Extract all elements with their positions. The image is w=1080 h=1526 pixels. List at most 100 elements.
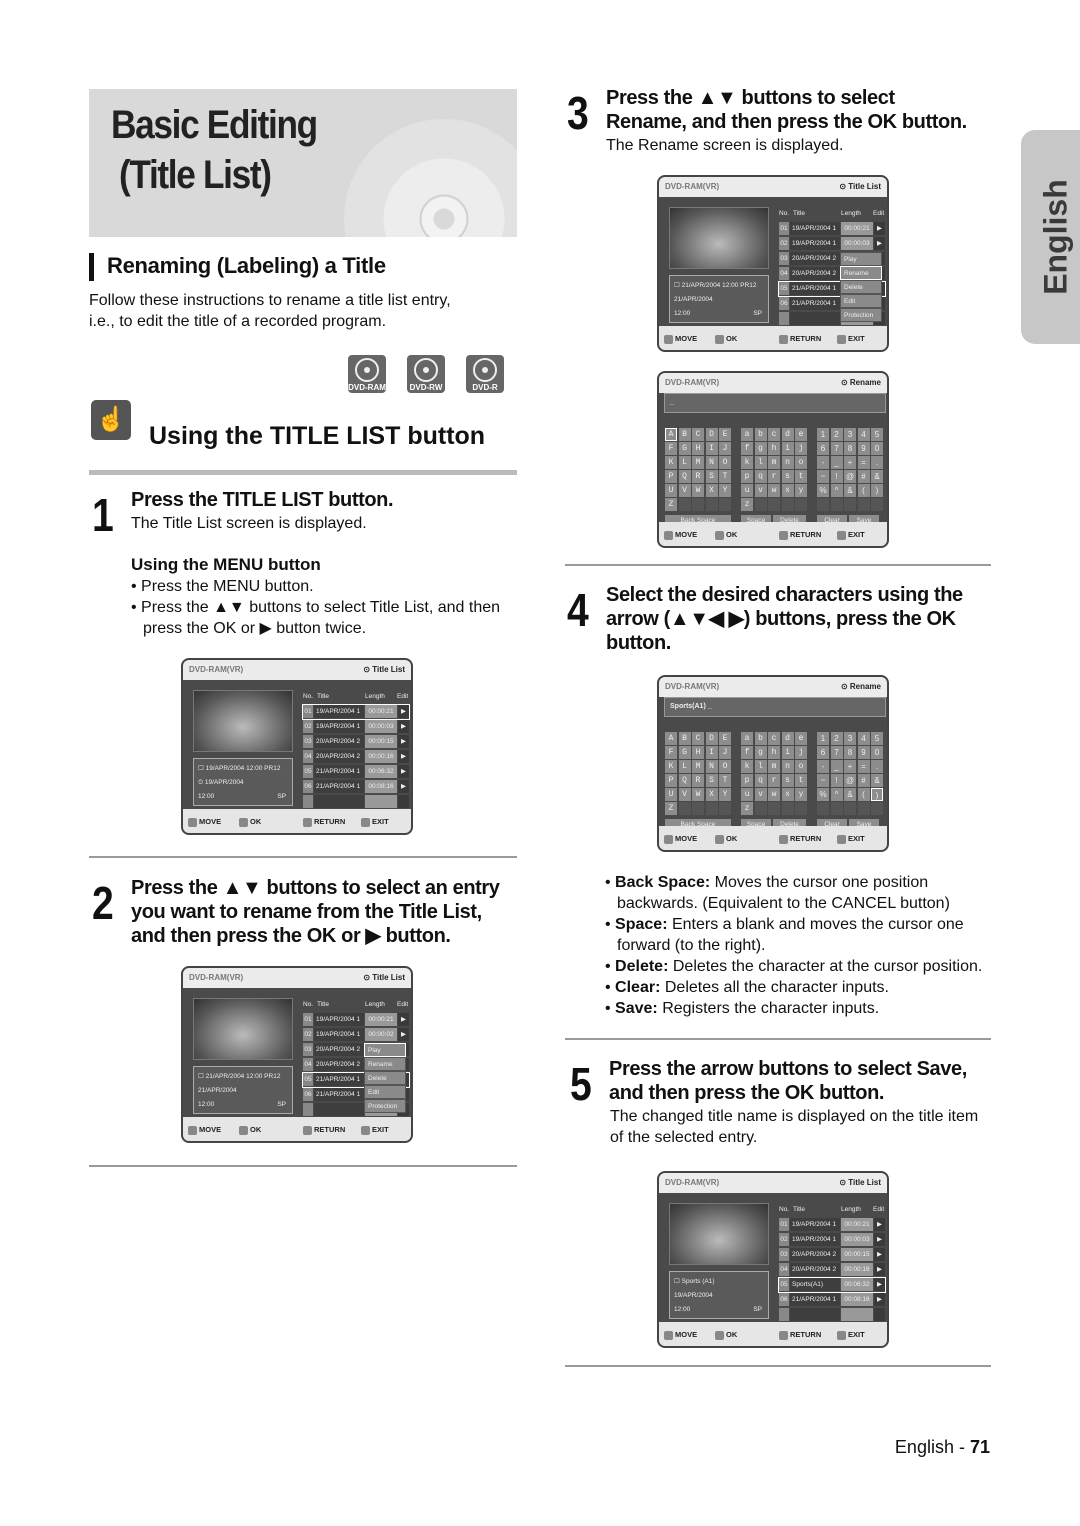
keyboard-key[interactable] [871,802,883,815]
keyboard-key[interactable] [705,802,718,815]
keyboard-key[interactable] [844,498,856,511]
keyboard-key[interactable]: ~ [817,774,829,787]
keyboard-key[interactable] [844,802,856,815]
table-row[interactable] [779,1308,885,1322]
keyboard-key[interactable]: 8 [844,442,856,455]
keyboard-key[interactable]: @ [844,470,856,483]
keyboard-key[interactable]: & [871,470,883,483]
keyboard-key[interactable]: 6 [817,442,829,455]
keyboard-key[interactable]: 7 [830,442,843,455]
table-row[interactable]: 02 19/APR/2004 1 00:00:03 ▶ [779,1233,885,1247]
keyboard-key[interactable]: . [871,456,883,469]
keyboard-key[interactable]: _ [830,760,843,773]
keyboard-key[interactable] [857,802,870,815]
keyboard-key[interactable]: = [857,760,870,773]
keyboard-key[interactable]: 3 [844,428,856,441]
keyboard-key[interactable] [719,498,731,511]
table-row[interactable]: 04 20/APR/2004 2 00:00:16 ▶ [779,1263,885,1277]
keyboard-key[interactable]: 3 [844,732,856,745]
rename-input[interactable]: Sports(A1) _ [664,697,886,717]
table-row[interactable]: 01 19/APR/2004 1 00:00:21 ▶ [303,1013,409,1027]
keyboard-key[interactable]: 1 [817,732,829,745]
keyboard-key[interactable]: ! [830,470,843,483]
table-row[interactable]: 01 19/APR/2004 1 00:00:21 ▶ [779,222,885,236]
keyboard-key[interactable]: ) [871,788,883,801]
keyboard-key[interactable] [871,498,883,511]
keyboard-key[interactable] [768,498,780,511]
table-row[interactable]: 03 20/APR/2004 2 00:00:15 ▶ [779,1248,885,1262]
keyboard-key[interactable]: % [817,788,829,801]
keyboard-key[interactable]: 9 [857,746,870,759]
table-row[interactable]: 04 20/APR/2004 2 00:00:16 ▶ [303,750,409,764]
table-row[interactable]: 02 19/APR/2004 1 00:00:03 ▶ [303,720,409,734]
menu-item-play[interactable]: Play [840,252,882,266]
keyboard-key[interactable]: 5 [871,428,883,441]
keyboard-key[interactable] [768,802,780,815]
keyboard-key[interactable]: 5 [871,732,883,745]
keyboard-key[interactable] [781,498,794,511]
keyboard-key[interactable]: # [857,774,870,787]
keyboard-key[interactable]: + [844,456,856,469]
table-row[interactable]: 06 21/APR/2004 1 00:08:16 ▶ [303,780,409,794]
keyboard-key[interactable]: ! [830,774,843,787]
keyboard-key[interactable]: 4 [857,428,870,441]
menu-item-delete[interactable]: Delete [364,1071,406,1085]
keyboard-key[interactable]: & [844,788,856,801]
keyboard-key[interactable] [817,802,829,815]
table-row[interactable]: 03 20/APR/2004 2 00:00:15 ▶ [303,735,409,749]
keyboard-key[interactable] [795,802,807,815]
table-row[interactable]: 01 19/APR/2004 1 00:00:21 ▶ [302,704,410,720]
table-row[interactable]: 02 19/APR/2004 1 00:00:02 ▶ [303,1028,409,1042]
menu-item-edit[interactable]: Edit [840,294,882,308]
keyboard-key[interactable]: % [817,484,829,497]
keyboard-key[interactable] [795,498,807,511]
keyboard-key[interactable]: & [871,774,883,787]
keyboard-key[interactable]: ) [871,484,883,497]
menu-item-play[interactable]: Play [364,1043,406,1057]
table-row[interactable]: 02 19/APR/2004 1 00:00:03 ▶ [779,237,885,251]
keyboard-key[interactable]: # [857,470,870,483]
keyboard-key[interactable]: 1 [817,428,829,441]
rename-input[interactable]: _ [664,393,886,413]
keyboard-key[interactable]: _ [830,456,843,469]
table-row[interactable]: 05 21/APR/2004 1 00:06:32 ▶ [303,765,409,779]
keyboard-key[interactable]: 2 [830,428,843,441]
keyboard-key[interactable] [719,802,731,815]
keyboard-key[interactable]: 0 [871,442,883,455]
keyboard-key[interactable]: ~ [817,470,829,483]
keyboard-key[interactable] [830,802,843,815]
keyboard-key[interactable]: 8 [844,746,856,759]
keyboard-key[interactable]: . [871,760,883,773]
keyboard-key[interactable]: ( [857,484,870,497]
keyboard-key[interactable]: & [844,484,856,497]
table-row[interactable]: 06 21/APR/2004 1 00:08:16 ▶ [779,1293,885,1307]
keyboard-key[interactable] [857,498,870,511]
keyboard-key[interactable] [705,498,718,511]
table-row[interactable]: 01 19/APR/2004 1 00:00:21 ▶ [779,1218,885,1232]
menu-item-rename[interactable]: Rename [364,1057,406,1071]
menu-item-delete[interactable]: Delete [840,280,882,294]
keyboard-key[interactable] [692,802,704,815]
keyboard-key[interactable]: @ [844,774,856,787]
keyboard-key[interactable] [781,802,794,815]
keyboard-key[interactable]: ^ [830,484,843,497]
keyboard-key[interactable]: 7 [830,746,843,759]
keyboard-key[interactable] [817,498,829,511]
menu-item-protection[interactable]: Protection [364,1099,406,1113]
menu-item-rename[interactable]: Rename [840,266,882,280]
keyboard-key[interactable]: - [817,760,829,773]
menu-item-edit[interactable]: Edit [364,1085,406,1099]
keyboard-key[interactable]: ^ [830,788,843,801]
keyboard-key[interactable]: - [817,456,829,469]
keyboard-key[interactable] [692,498,704,511]
menu-item-protection[interactable]: Protection [840,308,882,322]
keyboard-key[interactable]: 2 [830,732,843,745]
keyboard-key[interactable]: 4 [857,732,870,745]
keyboard-key[interactable]: + [844,760,856,773]
table-row[interactable]: 05 Sports(A1) 00:06:32 ▶ [778,1277,886,1293]
keyboard-key[interactable]: ( [857,788,870,801]
keyboard-key[interactable]: 9 [857,442,870,455]
keyboard-key[interactable] [830,498,843,511]
keyboard-key[interactable]: = [857,456,870,469]
table-row[interactable] [303,795,409,809]
